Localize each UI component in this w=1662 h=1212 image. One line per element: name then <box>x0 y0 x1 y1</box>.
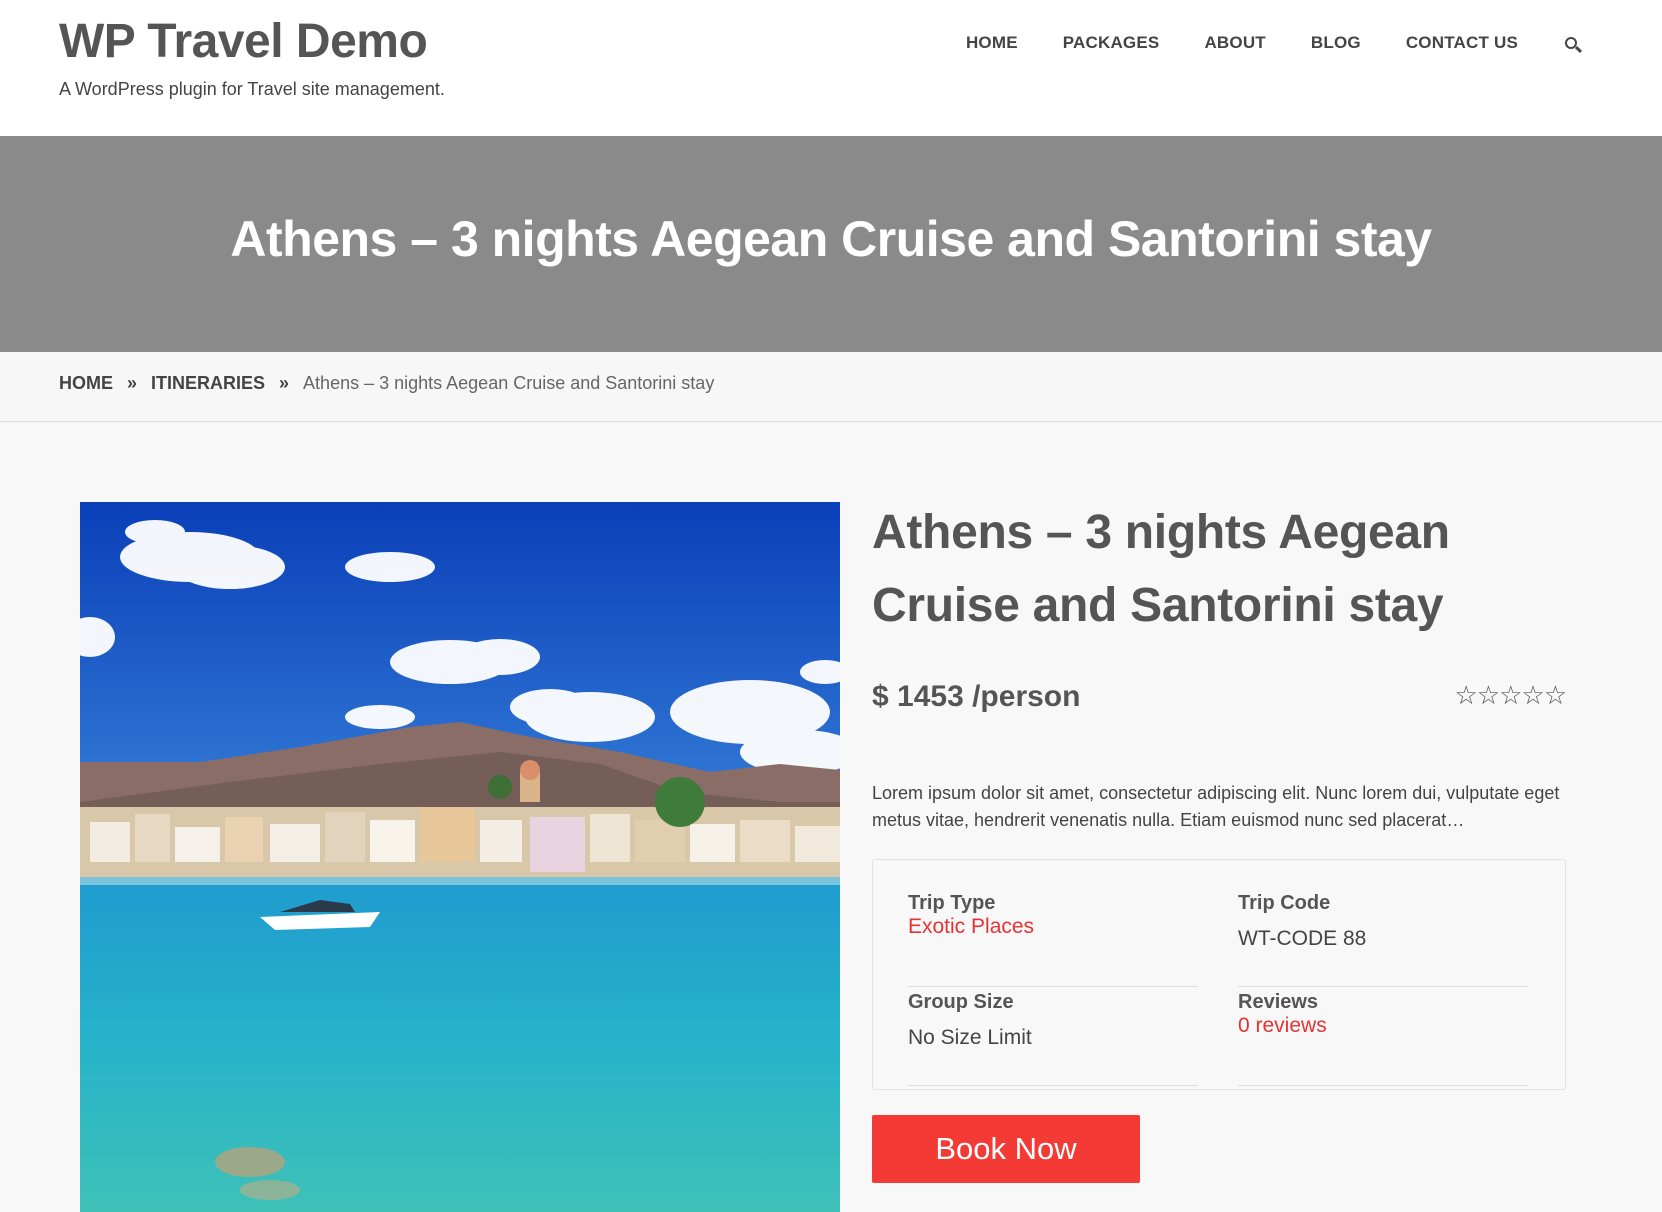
trip-code-value: WT-CODE 88 <box>1238 927 1367 950</box>
trip-type: Trip Type Exotic Places <box>908 888 1198 987</box>
trip-type-link[interactable]: Exotic Places <box>908 915 1034 938</box>
trip-featured-image[interactable] <box>80 502 840 1212</box>
page-title: Athens – 3 nights Aegean Cruise and Sant… <box>230 211 1432 267</box>
breadcrumb: HOME » ITINERARIES » Athens – 3 nights A… <box>59 373 714 394</box>
book-now-button[interactable]: Book Now <box>872 1115 1140 1183</box>
reviews: Reviews 0 reviews <box>1238 987 1528 1086</box>
trip-summary: Athens – 3 nights Aegean Cruise and Sant… <box>872 502 1567 1183</box>
price-row: $ 1453 /person ☆☆☆☆☆ <box>872 680 1567 720</box>
star-rating-icon[interactable]: ☆☆☆☆☆ <box>1454 680 1567 711</box>
site-title[interactable]: WP Travel Demo <box>59 14 428 69</box>
nav-item-blog[interactable]: BLOG <box>1311 33 1361 53</box>
trip-code-label: Trip Code <box>1238 892 1331 914</box>
nav-item-home[interactable]: HOME <box>966 33 1018 53</box>
breadcrumb-home[interactable]: HOME <box>59 373 113 394</box>
nav-item-contact-us[interactable]: CONTACT US <box>1406 33 1518 53</box>
breadcrumb-separator-icon: » <box>127 373 138 393</box>
nav-item-about[interactable]: ABOUT <box>1204 33 1265 53</box>
trip-excerpt: Lorem ipsum dolor sit amet, consectetur … <box>872 783 1560 830</box>
breadcrumb-current: Athens – 3 nights Aegean Cruise and Sant… <box>303 373 715 393</box>
trip-type-label: Trip Type <box>908 892 996 914</box>
page-title-banner: Athens – 3 nights Aegean Cruise and Sant… <box>0 136 1662 352</box>
group-size-value: No Size Limit <box>908 1026 1032 1049</box>
group-size-label: Group Size <box>908 991 1014 1013</box>
breadcrumb-bar: HOME » ITINERARIES » Athens – 3 nights A… <box>0 352 1662 422</box>
site-header: WP Travel Demo A WordPress plugin for Tr… <box>0 0 1662 136</box>
site-tagline: A WordPress plugin for Travel site manag… <box>59 79 445 99</box>
main-nav: HOME PACKAGES ABOUT BLOG CONTACT US <box>921 33 1583 54</box>
trip-title: Athens – 3 nights Aegean Cruise and Sant… <box>872 506 1450 632</box>
breadcrumb-itineraries[interactable]: ITINERARIES <box>151 373 265 394</box>
nav-item-packages[interactable]: PACKAGES <box>1063 33 1160 53</box>
breadcrumb-separator-icon: » <box>279 373 290 393</box>
search-icon[interactable] <box>1563 33 1583 54</box>
reviews-label: Reviews <box>1238 991 1319 1013</box>
reviews-link[interactable]: 0 reviews <box>1238 1014 1327 1037</box>
trip-details-box: Trip Type Exotic Places Trip Code WT-COD… <box>872 859 1566 1090</box>
trip-code: Trip Code WT-CODE 88 <box>1238 888 1528 987</box>
group-size: Group Size No Size Limit <box>908 987 1198 1086</box>
